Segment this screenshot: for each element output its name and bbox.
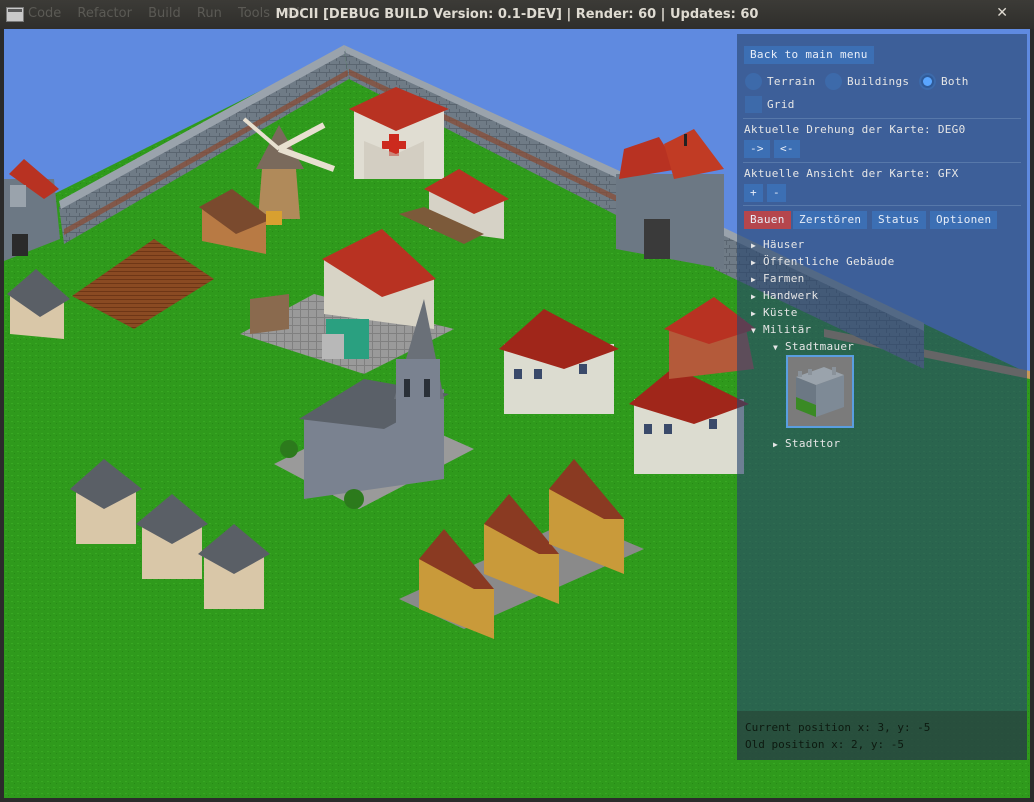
close-icon[interactable]: ✕	[996, 5, 1008, 21]
tree-item-oeffentliche-gebaeude[interactable]: ▶ Öffentliche Gebäude	[751, 255, 895, 268]
separator	[743, 118, 1021, 119]
chevron-right-icon: ▶	[751, 275, 757, 284]
tab-bauen[interactable]: Bauen	[744, 211, 791, 229]
tab-optionen[interactable]: Optionen	[930, 211, 998, 229]
zoom-label: Aktuelle Ansicht der Karte: GFX	[744, 167, 959, 180]
old-position-text: Old position x: 2, y: -5	[745, 738, 904, 751]
tab-zerstoeren[interactable]: Zerstören	[793, 211, 868, 229]
current-position-text: Current position x: 3, y: -5	[745, 721, 931, 734]
gatehouse-east[interactable]	[616, 129, 724, 269]
chevron-down-icon: ▼	[751, 326, 757, 335]
tree-item-label: Öffentliche Gebäude	[763, 255, 895, 268]
tree-item-haeuser[interactable]: ▶ Häuser	[751, 238, 805, 251]
build-panel: Back to main menu Terrain Buildings Both…	[737, 34, 1027, 760]
tree-item-label: Küste	[763, 306, 798, 319]
tree-item-kueste[interactable]: ▶ Küste	[751, 306, 798, 319]
both-radio[interactable]	[919, 73, 936, 90]
rotate-right-button[interactable]: ->	[744, 140, 770, 158]
separator	[743, 162, 1021, 163]
grid-checkbox[interactable]	[745, 96, 762, 113]
tree-item-label: Stadttor	[785, 437, 841, 450]
back-to-main-menu-button[interactable]: Back to main menu	[744, 46, 874, 64]
grid-checkbox-label: Grid	[767, 98, 795, 111]
chevron-down-icon: ▼	[773, 343, 779, 352]
wall-tower-preview-button[interactable]	[786, 355, 854, 428]
terrain-radio-label: Terrain	[767, 75, 816, 88]
zoom-out-button[interactable]: -	[767, 184, 786, 202]
wall-tower-icon	[796, 367, 844, 417]
window-title: MDCII [DEBUG BUILD Version: 0.1-DEV] | R…	[275, 7, 759, 22]
separator	[743, 205, 1021, 206]
chevron-right-icon: ▶	[751, 292, 757, 301]
both-radio-label: Both	[941, 75, 969, 88]
tree-item-label: Häuser	[763, 238, 805, 251]
tree-item-label: Militär	[763, 323, 812, 336]
tree-item-label: Farmen	[763, 272, 805, 285]
buildings-radio[interactable]	[825, 73, 842, 90]
tree-item-label: Stadtmauer	[785, 340, 855, 353]
chevron-right-icon: ▶	[773, 440, 779, 449]
window-title-bar: Code Refactor Build Run Tools Git MDCII …	[0, 0, 1034, 29]
rotate-left-button[interactable]: <-	[774, 140, 800, 158]
tab-status[interactable]: Status	[872, 211, 926, 229]
tree-item-stadtmauer[interactable]: ▼ Stadtmauer	[773, 340, 854, 353]
tree-item-stadttor[interactable]: ▶ Stadttor	[773, 437, 840, 450]
zoom-in-button[interactable]: +	[744, 184, 763, 202]
buildings-radio-label: Buildings	[847, 75, 910, 88]
rotation-label: Aktuelle Drehung der Karte: DEG0	[744, 123, 966, 136]
tree-item-militaer[interactable]: ▼ Militär	[751, 323, 811, 336]
tree-item-label: Handwerk	[763, 289, 819, 302]
tree-item-farmen[interactable]: ▶ Farmen	[751, 272, 805, 285]
tree-item-handwerk[interactable]: ▶ Handwerk	[751, 289, 818, 302]
chevron-right-icon: ▶	[751, 309, 757, 318]
position-status-bar: Current position x: 3, y: -5 Old positio…	[737, 711, 1027, 760]
chevron-right-icon: ▶	[751, 258, 757, 267]
chevron-right-icon: ▶	[751, 241, 757, 250]
window-frame-bottom	[0, 798, 1034, 802]
terrain-radio[interactable]	[745, 73, 762, 90]
